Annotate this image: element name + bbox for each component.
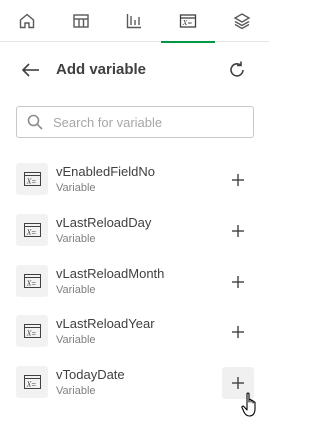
variable-icon: X= bbox=[16, 213, 48, 246]
back-arrow-icon[interactable] bbox=[20, 60, 42, 80]
variable-icon: X= bbox=[16, 315, 48, 348]
plus-icon bbox=[232, 275, 244, 288]
svg-text:X=: X= bbox=[182, 20, 192, 27]
variable-name: vTodayDate bbox=[56, 367, 125, 383]
search-icon bbox=[27, 114, 43, 130]
list-item[interactable]: X= vLastReloadYear Variable bbox=[0, 307, 269, 358]
plus-icon bbox=[232, 377, 244, 390]
svg-text:X=: X= bbox=[26, 229, 36, 236]
refresh-icon[interactable] bbox=[226, 59, 248, 81]
add-variable-button[interactable] bbox=[222, 215, 254, 247]
tab-home[interactable] bbox=[0, 0, 54, 42]
list-item[interactable]: X= vLastReloadDay Variable bbox=[0, 206, 269, 257]
list-item[interactable]: X= vEnabledFieldNo Variable bbox=[0, 155, 269, 206]
tab-layers[interactable] bbox=[215, 0, 269, 42]
add-variable-button[interactable] bbox=[222, 164, 254, 196]
list-item[interactable]: X= vTodayDate Variable bbox=[0, 358, 269, 409]
search-box bbox=[16, 106, 254, 138]
add-variable-button[interactable] bbox=[222, 266, 254, 298]
table-icon bbox=[72, 14, 89, 28]
chart-icon bbox=[127, 14, 142, 29]
variable-name: vEnabledFieldNo bbox=[56, 164, 156, 179]
variable-name: vLastReloadMonth bbox=[56, 265, 165, 281]
variable-type: Variable bbox=[56, 334, 96, 347]
layers-icon bbox=[233, 13, 251, 30]
tab-table[interactable] bbox=[54, 0, 108, 42]
list-item[interactable]: X= vLastReloadMonth Variable bbox=[0, 257, 269, 308]
variable-name: vLastReloadDay bbox=[56, 214, 152, 230]
svg-text:X=: X= bbox=[26, 331, 36, 338]
variable-name: vLastReloadYear bbox=[56, 316, 155, 332]
tab-bar: X= bbox=[0, 0, 269, 43]
plus-icon bbox=[232, 224, 244, 237]
variable-type: Variable bbox=[56, 385, 96, 398]
variable-type: Variable bbox=[56, 182, 96, 194]
variable-icon: X= bbox=[16, 264, 48, 297]
tab-variables[interactable]: X= bbox=[161, 0, 215, 43]
home-icon bbox=[19, 13, 35, 29]
variable-icon: X= bbox=[16, 366, 48, 399]
svg-text:X=: X= bbox=[26, 179, 36, 186]
search-input[interactable] bbox=[53, 107, 249, 137]
add-variable-button[interactable] bbox=[222, 367, 254, 400]
variable-icon: X= bbox=[16, 163, 48, 195]
plus-icon bbox=[232, 174, 244, 186]
variable-type: Variable bbox=[56, 232, 96, 245]
variable-icon: X= bbox=[180, 14, 197, 28]
page-title: Add variable bbox=[56, 61, 147, 78]
svg-text:X=: X= bbox=[26, 280, 36, 287]
panel-header: Add variable bbox=[0, 52, 269, 88]
svg-text:X=: X= bbox=[26, 382, 36, 389]
plus-icon bbox=[232, 326, 244, 339]
variable-list: X= vEnabledFieldNo Variable X= vLastRelo… bbox=[0, 155, 269, 409]
variable-type: Variable bbox=[56, 283, 96, 296]
add-variable-button[interactable] bbox=[222, 316, 254, 348]
tab-chart[interactable] bbox=[108, 0, 162, 42]
